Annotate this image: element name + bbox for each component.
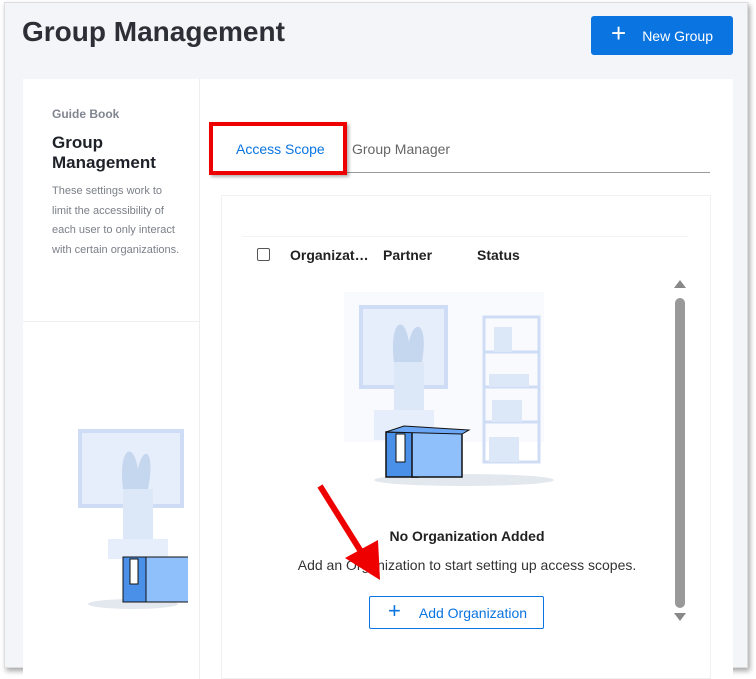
access-scope-panel: Organizat… Partner Status No Organizatio… xyxy=(221,195,711,679)
page-title: Group Management xyxy=(22,16,285,47)
empty-box-illustration xyxy=(78,429,188,609)
guide-description: These settings work to limit the accessi… xyxy=(52,185,180,257)
divider xyxy=(23,321,200,322)
guide-sidebar: Guide Book Group Management These settin… xyxy=(23,79,200,679)
column-status[interactable]: Status xyxy=(477,247,520,263)
guide-heading: Group Management xyxy=(52,133,156,172)
annotation-highlight-box xyxy=(209,122,347,175)
scroll-down-icon[interactable] xyxy=(674,613,686,621)
column-organization[interactable]: Organizat… xyxy=(290,247,383,263)
plus-icon: + xyxy=(611,18,627,48)
empty-box-illustration xyxy=(344,292,554,486)
new-group-button[interactable]: + New Group xyxy=(591,16,733,55)
content-card: Guide Book Group Management These settin… xyxy=(23,79,733,679)
select-all-checkbox[interactable] xyxy=(257,248,270,261)
annotation-arrow-icon xyxy=(317,484,380,580)
empty-state-description: Add an Organization to start setting up … xyxy=(297,557,637,573)
empty-state-title: No Organization Added xyxy=(389,528,545,544)
scrollbar-thumb[interactable] xyxy=(675,298,685,608)
plus-icon: + xyxy=(388,598,401,623)
add-organization-button[interactable]: + Add Organization xyxy=(369,596,544,629)
scrollbar[interactable] xyxy=(672,278,688,623)
guide-label: Guide Book xyxy=(52,107,120,121)
scroll-up-icon[interactable] xyxy=(674,280,686,288)
column-partner[interactable]: Partner xyxy=(383,247,477,263)
table-header: Organizat… Partner Status xyxy=(242,236,688,272)
tab-group-manager[interactable]: Group Manager xyxy=(352,141,450,157)
